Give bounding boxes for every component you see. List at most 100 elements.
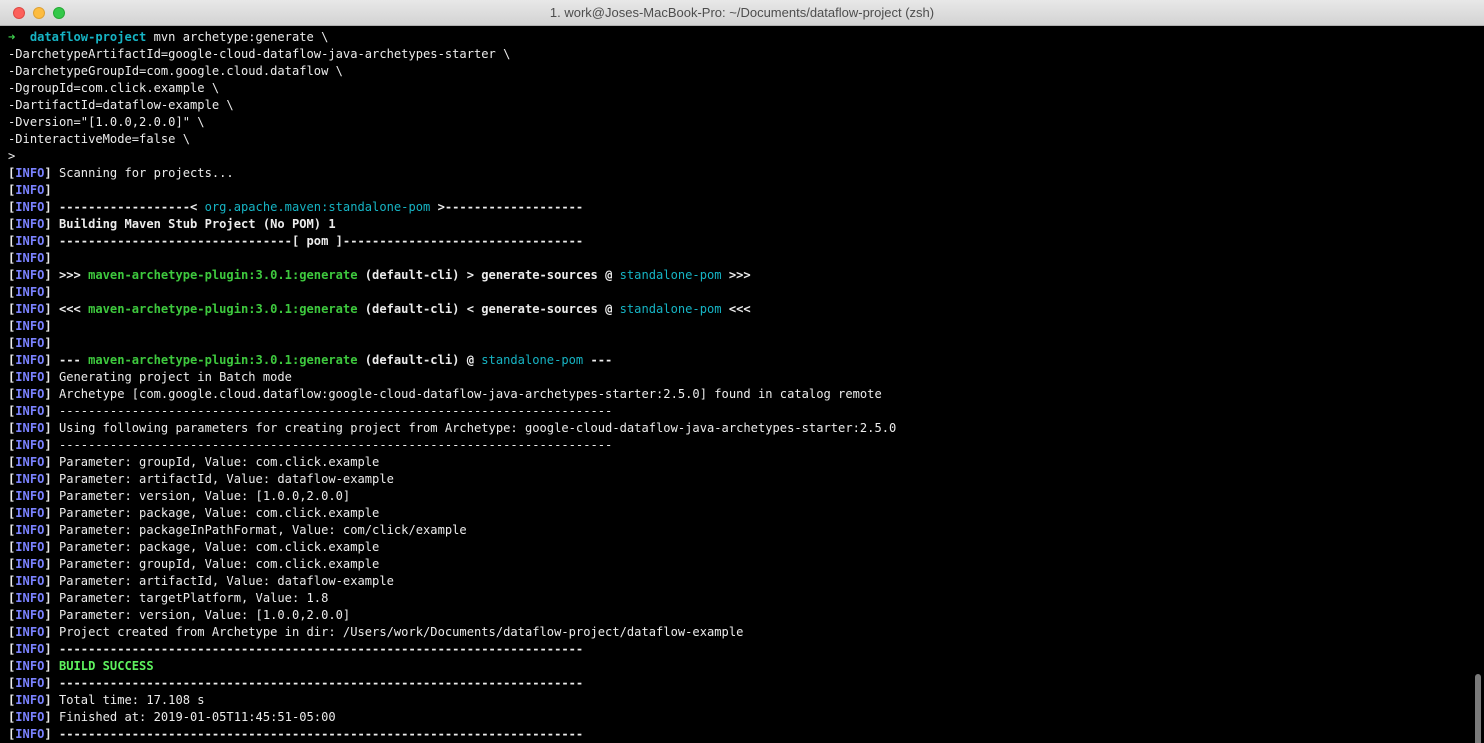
info-tag: INFO: [15, 523, 45, 537]
plugin-name: maven-archetype-plugin:3.0.1:generate: [88, 353, 358, 367]
log-line: [INFO] Finished at: 2019-01-05T11:45:51-…: [8, 710, 336, 724]
terminal-window: 1. work@Joses-MacBook-Pro: ~/Documents/d…: [0, 0, 1484, 743]
log-text: Generating project in Batch mode: [58, 370, 292, 384]
info-tag: INFO: [15, 438, 45, 452]
log-line: [INFO] >>> maven-archetype-plugin:3.0.1:…: [8, 268, 751, 282]
prompt-arrow-icon: ➜: [8, 30, 16, 44]
command-text: mvn archetype:generate \: [153, 30, 329, 44]
log-line: [INFO] ---------------------------------…: [8, 676, 584, 690]
log-line: [INFO] BUILD SUCCESS: [8, 659, 154, 673]
info-tag: INFO: [15, 540, 45, 554]
log-line: [INFO] ---------------------------------…: [8, 438, 613, 452]
info-tag: INFO: [15, 387, 45, 401]
info-tag: INFO: [15, 727, 45, 741]
parameter-text: Parameter: targetPlatform, Value: 1.8: [58, 591, 329, 605]
info-tag: INFO: [15, 642, 45, 656]
parameter-text: Parameter: package, Value: com.click.exa…: [58, 540, 380, 554]
title-bar[interactable]: 1. work@Joses-MacBook-Pro: ~/Documents/d…: [0, 0, 1484, 26]
log-text: Finished at: 2019-01-05T11:45:51-05:00: [58, 710, 336, 724]
log-line: [INFO] ---------------------------------…: [8, 404, 613, 418]
plugin-name: maven-archetype-plugin:3.0.1:generate: [88, 302, 358, 316]
parameter-text: Parameter: version, Value: [1.0.0,2.0.0]: [58, 608, 351, 622]
parameter-text: Parameter: groupId, Value: com.click.exa…: [58, 455, 380, 469]
command-line: -DartifactId=dataflow-example \: [8, 98, 234, 112]
window-title: 1. work@Joses-MacBook-Pro: ~/Documents/d…: [549, 5, 935, 20]
log-line: [INFO] Parameter: targetPlatform, Value:…: [8, 591, 329, 605]
log-line: [INFO]: [8, 183, 52, 197]
command-line: -DarchetypeGroupId=com.google.cloud.data…: [8, 64, 343, 78]
standalone-pom-name: standalone-pom: [481, 353, 584, 367]
log-text: Total time: 17.108 s: [58, 693, 205, 707]
info-tag: INFO: [15, 166, 45, 180]
log-line: [INFO] Scanning for projects...: [8, 166, 234, 180]
log-line: [INFO]: [8, 285, 52, 299]
command-line: -DarchetypeArtifactId=google-cloud-dataf…: [8, 47, 511, 61]
info-tag: INFO: [15, 557, 45, 571]
log-line: [INFO] Parameter: package, Value: com.cl…: [8, 540, 380, 554]
info-tag: INFO: [15, 217, 45, 231]
log-text: ----------------------------------------…: [58, 727, 584, 741]
info-tag: INFO: [15, 183, 45, 197]
log-line: [INFO] Parameter: version, Value: [1.0.0…: [8, 489, 351, 503]
info-tag: INFO: [15, 234, 45, 248]
log-line: [INFO] Using following parameters for cr…: [8, 421, 897, 435]
parameter-text: Parameter: groupId, Value: com.click.exa…: [58, 557, 380, 571]
log-text: Using following parameters for creating …: [58, 421, 897, 435]
terminal-output[interactable]: ➜ dataflow-project mvn archetype:generat…: [0, 26, 1472, 743]
command-line: -DgroupId=com.click.example \: [8, 81, 220, 95]
log-line: [INFO] Project created from Archetype in…: [8, 625, 744, 639]
log-line: [INFO] ---------------------------------…: [8, 727, 584, 741]
log-line: [INFO] ---------------------------------…: [8, 642, 584, 656]
info-tag: INFO: [15, 421, 45, 435]
info-tag: INFO: [15, 489, 45, 503]
log-line: [INFO] Parameter: artifactId, Value: dat…: [8, 574, 394, 588]
prompt-directory: dataflow-project: [29, 30, 147, 44]
log-line: [INFO] Parameter: groupId, Value: com.cl…: [8, 557, 380, 571]
info-tag: INFO: [15, 455, 45, 469]
info-tag: INFO: [15, 693, 45, 707]
log-line: [INFO] Archetype [com.google.cloud.dataf…: [8, 387, 882, 401]
info-tag: INFO: [15, 302, 45, 316]
log-line: [INFO] --------------------------------[…: [8, 234, 584, 248]
log-line: [INFO] <<< maven-archetype-plugin:3.0.1:…: [8, 302, 751, 316]
info-tag: INFO: [15, 200, 45, 214]
info-tag: INFO: [15, 472, 45, 486]
log-line: [INFO]: [8, 336, 52, 350]
info-tag: INFO: [15, 251, 45, 265]
vertical-scrollbar[interactable]: [1472, 26, 1484, 743]
log-line: [INFO] Parameter: artifactId, Value: dat…: [8, 472, 394, 486]
log-line: [INFO] --- maven-archetype-plugin:3.0.1:…: [8, 353, 613, 367]
info-tag: INFO: [15, 659, 45, 673]
info-tag: INFO: [15, 591, 45, 605]
standalone-pom-name: standalone-pom: [619, 268, 722, 282]
info-tag: INFO: [15, 370, 45, 384]
log-text: Archetype [com.google.cloud.dataflow:goo…: [58, 387, 882, 401]
log-line: [INFO] ------------------< org.apache.ma…: [8, 200, 584, 214]
log-line: [INFO] Total time: 17.108 s: [8, 693, 205, 707]
log-text: Building Maven Stub Project (No POM) 1: [58, 217, 336, 231]
parameter-text: Parameter: artifactId, Value: dataflow-e…: [58, 574, 394, 588]
log-line: [INFO]: [8, 319, 52, 333]
plugin-name: maven-archetype-plugin:3.0.1:generate: [88, 268, 358, 282]
log-text: Scanning for projects...: [58, 166, 234, 180]
info-tag: INFO: [15, 285, 45, 299]
info-tag: INFO: [15, 676, 45, 690]
info-tag: INFO: [15, 625, 45, 639]
parameter-text: Parameter: version, Value: [1.0.0,2.0.0]: [58, 489, 351, 503]
command-line: -DinteractiveMode=false \: [8, 132, 191, 146]
log-line: [INFO] Building Maven Stub Project (No P…: [8, 217, 336, 231]
standalone-pom-id: org.apache.maven:standalone-pom: [204, 200, 431, 214]
command-line: -Dversion="[1.0.0,2.0.0]" \: [8, 115, 205, 129]
prompt-line: ➜ dataflow-project mvn archetype:generat…: [8, 29, 1472, 46]
info-tag: INFO: [15, 608, 45, 622]
log-text: ----------------------------------------…: [58, 438, 613, 452]
parameter-text: Parameter: package, Value: com.click.exa…: [58, 506, 380, 520]
log-text: ----------------------------------------…: [58, 404, 613, 418]
info-tag: INFO: [15, 506, 45, 520]
info-tag: INFO: [15, 336, 45, 350]
log-text: ----------------------------------------…: [58, 676, 584, 690]
log-text: --------------------------------[ pom ]-…: [58, 234, 584, 248]
command-line: >: [8, 149, 16, 163]
parameter-text: Parameter: artifactId, Value: dataflow-e…: [58, 472, 394, 486]
scrollbar-thumb[interactable]: [1475, 674, 1481, 743]
